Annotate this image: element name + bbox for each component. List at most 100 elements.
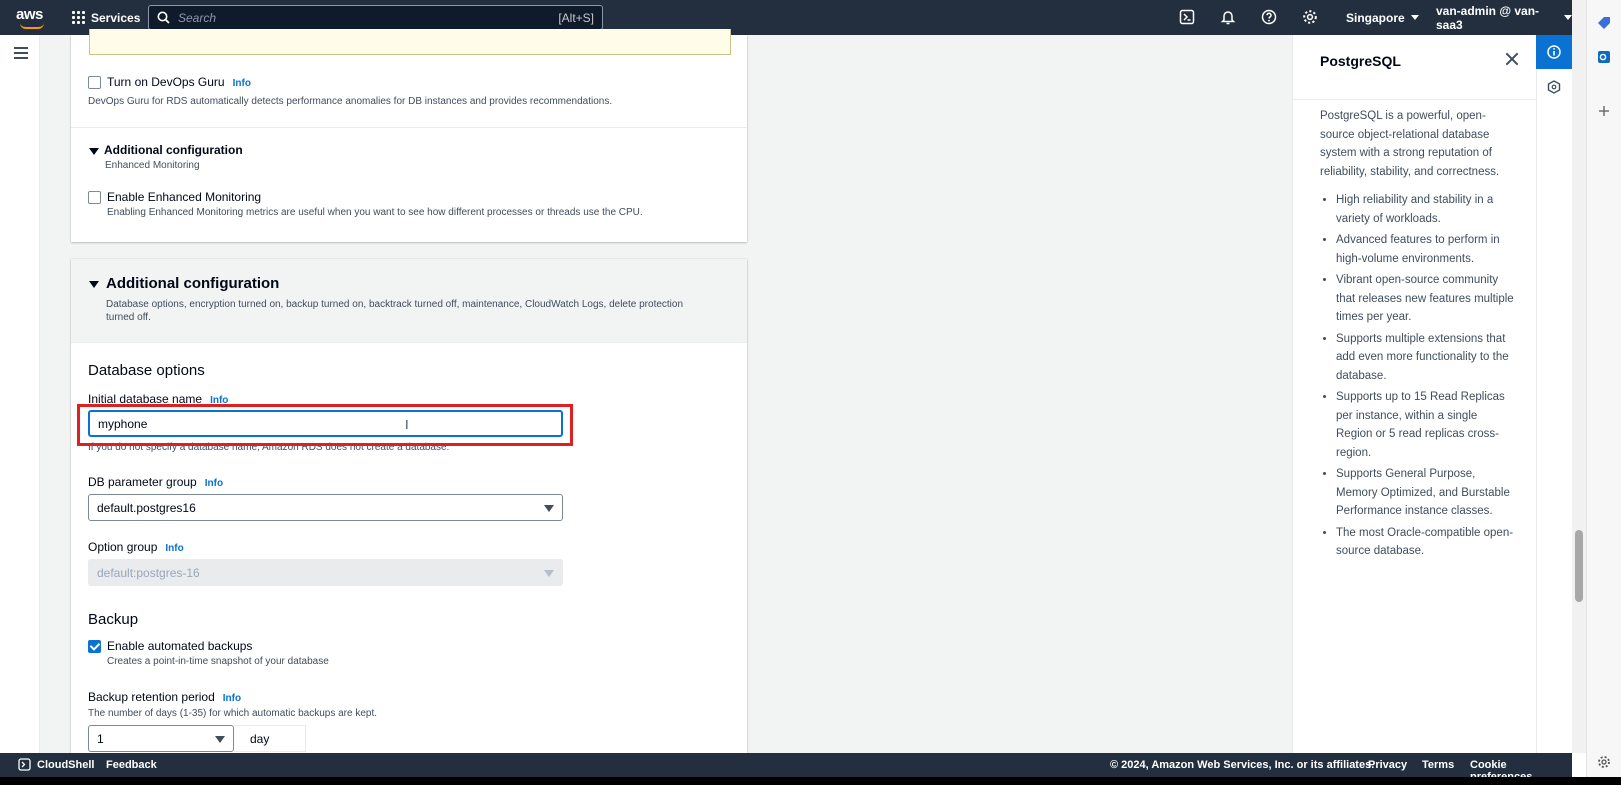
devops-guru-info-link[interactable]: Info <box>233 78 251 89</box>
devops-guru-label: Turn on DevOps Guru Info <box>107 75 251 89</box>
option-group-label-text: Option group <box>88 540 158 554</box>
help-feature-list: High reliability and stability in a vari… <box>1320 191 1516 561</box>
help-panel: PostgreSQL PostgreSQL is a powerful, ope… <box>1292 35 1537 753</box>
search-input[interactable]: Search [Alt+S] <box>148 5 603 30</box>
warning-alert <box>89 29 731 55</box>
caret-down-icon <box>89 281 99 288</box>
outlook-icon[interactable] <box>1597 50 1611 64</box>
region-selector[interactable]: Singapore <box>1346 0 1419 35</box>
caret-down-icon[interactable] <box>89 148 99 155</box>
account-label: van-admin @ van-saa3 <box>1436 3 1540 32</box>
info-panel-toggle[interactable] <box>1536 35 1572 69</box>
param-group-info-link[interactable]: Info <box>205 478 223 489</box>
help-icon[interactable] <box>1261 9 1277 25</box>
option-group-value: default:postgres-16 <box>97 565 200 580</box>
list-item: Supports General Purpose, Memory Optimiz… <box>1336 465 1516 521</box>
cloudshell-label: CloudShell <box>37 758 95 771</box>
param-group-value: default.postgres16 <box>97 500 196 515</box>
scrollbar-thumb[interactable] <box>1575 530 1583 602</box>
monitoring-card: Turn on DevOps Guru Info DevOps Guru for … <box>71 29 747 242</box>
settings-gear-icon[interactable] <box>1302 9 1318 25</box>
aws-logo-text: aws <box>16 6 43 23</box>
option-group-label: Option group Info <box>88 540 184 554</box>
info-icon <box>1547 45 1561 59</box>
cloudshell-icon[interactable] <box>1179 9 1195 25</box>
list-item: High reliability and stability in a vari… <box>1336 191 1516 228</box>
section-header[interactable]: Additional configuration Database option… <box>71 259 747 343</box>
chevron-down-icon <box>1410 15 1419 20</box>
annotation-highlight-box <box>77 404 573 446</box>
option-group-select: default:postgres-16 <box>88 559 563 586</box>
tag-icon[interactable] <box>1597 16 1611 30</box>
caret-down-icon <box>544 505 554 512</box>
section-title: Additional configuration <box>106 275 280 292</box>
cloudshell-icon <box>18 758 31 771</box>
plus-icon[interactable] <box>1598 105 1610 117</box>
database-options-heading: Database options <box>88 362 205 379</box>
retention-unit: day <box>234 725 306 752</box>
option-group-info-link[interactable]: Info <box>165 543 183 554</box>
left-nav-rail <box>0 35 40 753</box>
account-menu[interactable]: van-admin @ van-saa3 <box>1436 0 1572 35</box>
devops-guru-label-text: Turn on DevOps Guru <box>107 75 225 89</box>
help-panel-title: PostgreSQL <box>1320 53 1401 69</box>
footer-bar: CloudShell Feedback © 2024, Amazon Web S… <box>0 753 1572 783</box>
search-placeholder: Search <box>178 10 217 25</box>
browser-side-bar <box>1586 0 1621 785</box>
enhanced-monitoring-label: Enable Enhanced Monitoring <box>107 190 262 204</box>
retention-value: 1 <box>97 731 104 746</box>
taskbar-strip <box>0 777 1621 785</box>
divider <box>1293 99 1537 100</box>
help-panel-body: PostgreSQL is a powerful, open-source ob… <box>1320 107 1516 564</box>
retention-info-link[interactable]: Info <box>223 693 241 704</box>
devops-guru-checkbox[interactable] <box>88 76 101 89</box>
retention-period-select[interactable]: 1 <box>88 725 234 752</box>
search-shortcut: [Alt+S] <box>558 10 594 25</box>
hexagon-icon[interactable] <box>1547 80 1561 94</box>
page-scrollbar[interactable] <box>1572 0 1586 753</box>
caret-down-icon <box>215 736 225 743</box>
retention-label: Backup retention period Info <box>88 690 241 704</box>
param-group-label-text: DB parameter group <box>88 475 197 489</box>
close-icon[interactable] <box>1505 52 1519 66</box>
automated-backups-label: Enable automated backups <box>107 639 253 653</box>
backup-heading: Backup <box>88 611 139 628</box>
search-icon <box>157 11 170 24</box>
retention-label-text: Backup retention period <box>88 690 215 704</box>
region-label: Singapore <box>1346 10 1405 25</box>
settings-gear-icon[interactable] <box>1597 755 1611 769</box>
chevron-down-icon <box>1564 15 1572 20</box>
additional-config-subtitle: Enhanced Monitoring <box>105 160 200 171</box>
automated-backups-description: Creates a point-in-time snapshot of your… <box>107 656 329 667</box>
aws-logo[interactable]: aws <box>16 6 50 30</box>
section-description-line1: Database options, encryption turned on, … <box>106 299 684 310</box>
param-group-label: DB parameter group Info <box>88 475 223 489</box>
right-tools-rail <box>1536 35 1572 753</box>
privacy-link[interactable]: Privacy <box>1368 759 1407 771</box>
devops-guru-description: DevOps Guru for RDS automatically detect… <box>88 96 613 107</box>
help-intro: PostgreSQL is a powerful, open-source ob… <box>1320 110 1500 178</box>
list-item: The most Oracle-compatible open-source d… <box>1336 524 1516 561</box>
enhanced-monitoring-description: Enabling Enhanced Monitoring metrics are… <box>107 207 643 218</box>
list-item: Advanced features to perform in high-vol… <box>1336 231 1516 268</box>
divider <box>71 127 747 128</box>
list-item: Vibrant open-source community that relea… <box>1336 271 1516 327</box>
retention-description: The number of days (1-35) for which auto… <box>88 708 378 719</box>
list-item: Supports up to 15 Read Replicas per inst… <box>1336 388 1516 462</box>
services-label: Services <box>91 10 141 25</box>
caret-down-icon <box>544 570 554 577</box>
automated-backups-checkbox[interactable] <box>88 640 101 653</box>
section-description-line2: turned off. <box>106 312 151 323</box>
notifications-bell-icon[interactable] <box>1220 9 1236 25</box>
param-group-select[interactable]: default.postgres16 <box>88 494 563 521</box>
grid-icon <box>72 11 85 24</box>
additional-config-toggle[interactable]: Additional configuration <box>104 143 243 157</box>
terms-link[interactable]: Terms <box>1422 759 1454 771</box>
copyright-text: © 2024, Amazon Web Services, Inc. or its… <box>1110 759 1375 771</box>
additional-configuration-card: Additional configuration Database option… <box>71 259 747 753</box>
list-item: Supports multiple extensions that add ev… <box>1336 330 1516 386</box>
menu-hamburger-icon[interactable] <box>14 47 28 62</box>
enhanced-monitoring-checkbox[interactable] <box>88 191 101 204</box>
feedback-link[interactable]: Feedback <box>106 759 157 771</box>
cloudshell-button[interactable]: CloudShell <box>18 758 94 771</box>
